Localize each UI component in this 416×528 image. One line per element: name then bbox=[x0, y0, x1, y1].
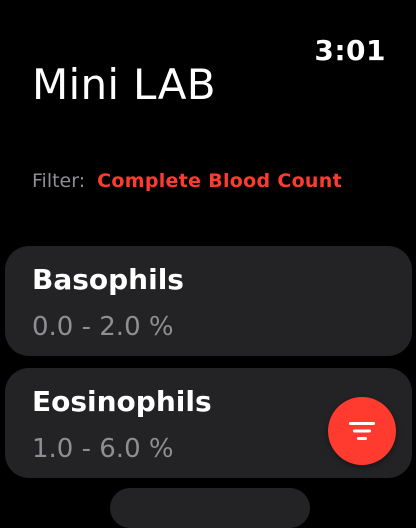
test-reference-range: 0.0 - 2.0 % bbox=[32, 312, 174, 342]
filter-row[interactable]: Filter: Complete Blood Count bbox=[32, 170, 342, 192]
test-name: Basophils bbox=[32, 263, 184, 296]
list-item-basophils[interactable]: Basophils 0.0 - 2.0 % bbox=[5, 246, 412, 356]
filter-icon bbox=[348, 421, 376, 441]
filter-value[interactable]: Complete Blood Count bbox=[97, 170, 342, 192]
list-item-partial[interactable] bbox=[110, 488, 310, 528]
status-time: 3:01 bbox=[314, 34, 386, 67]
page-title: Mini LAB bbox=[32, 60, 216, 109]
filter-button[interactable] bbox=[328, 397, 396, 465]
filter-label: Filter: bbox=[32, 170, 86, 192]
